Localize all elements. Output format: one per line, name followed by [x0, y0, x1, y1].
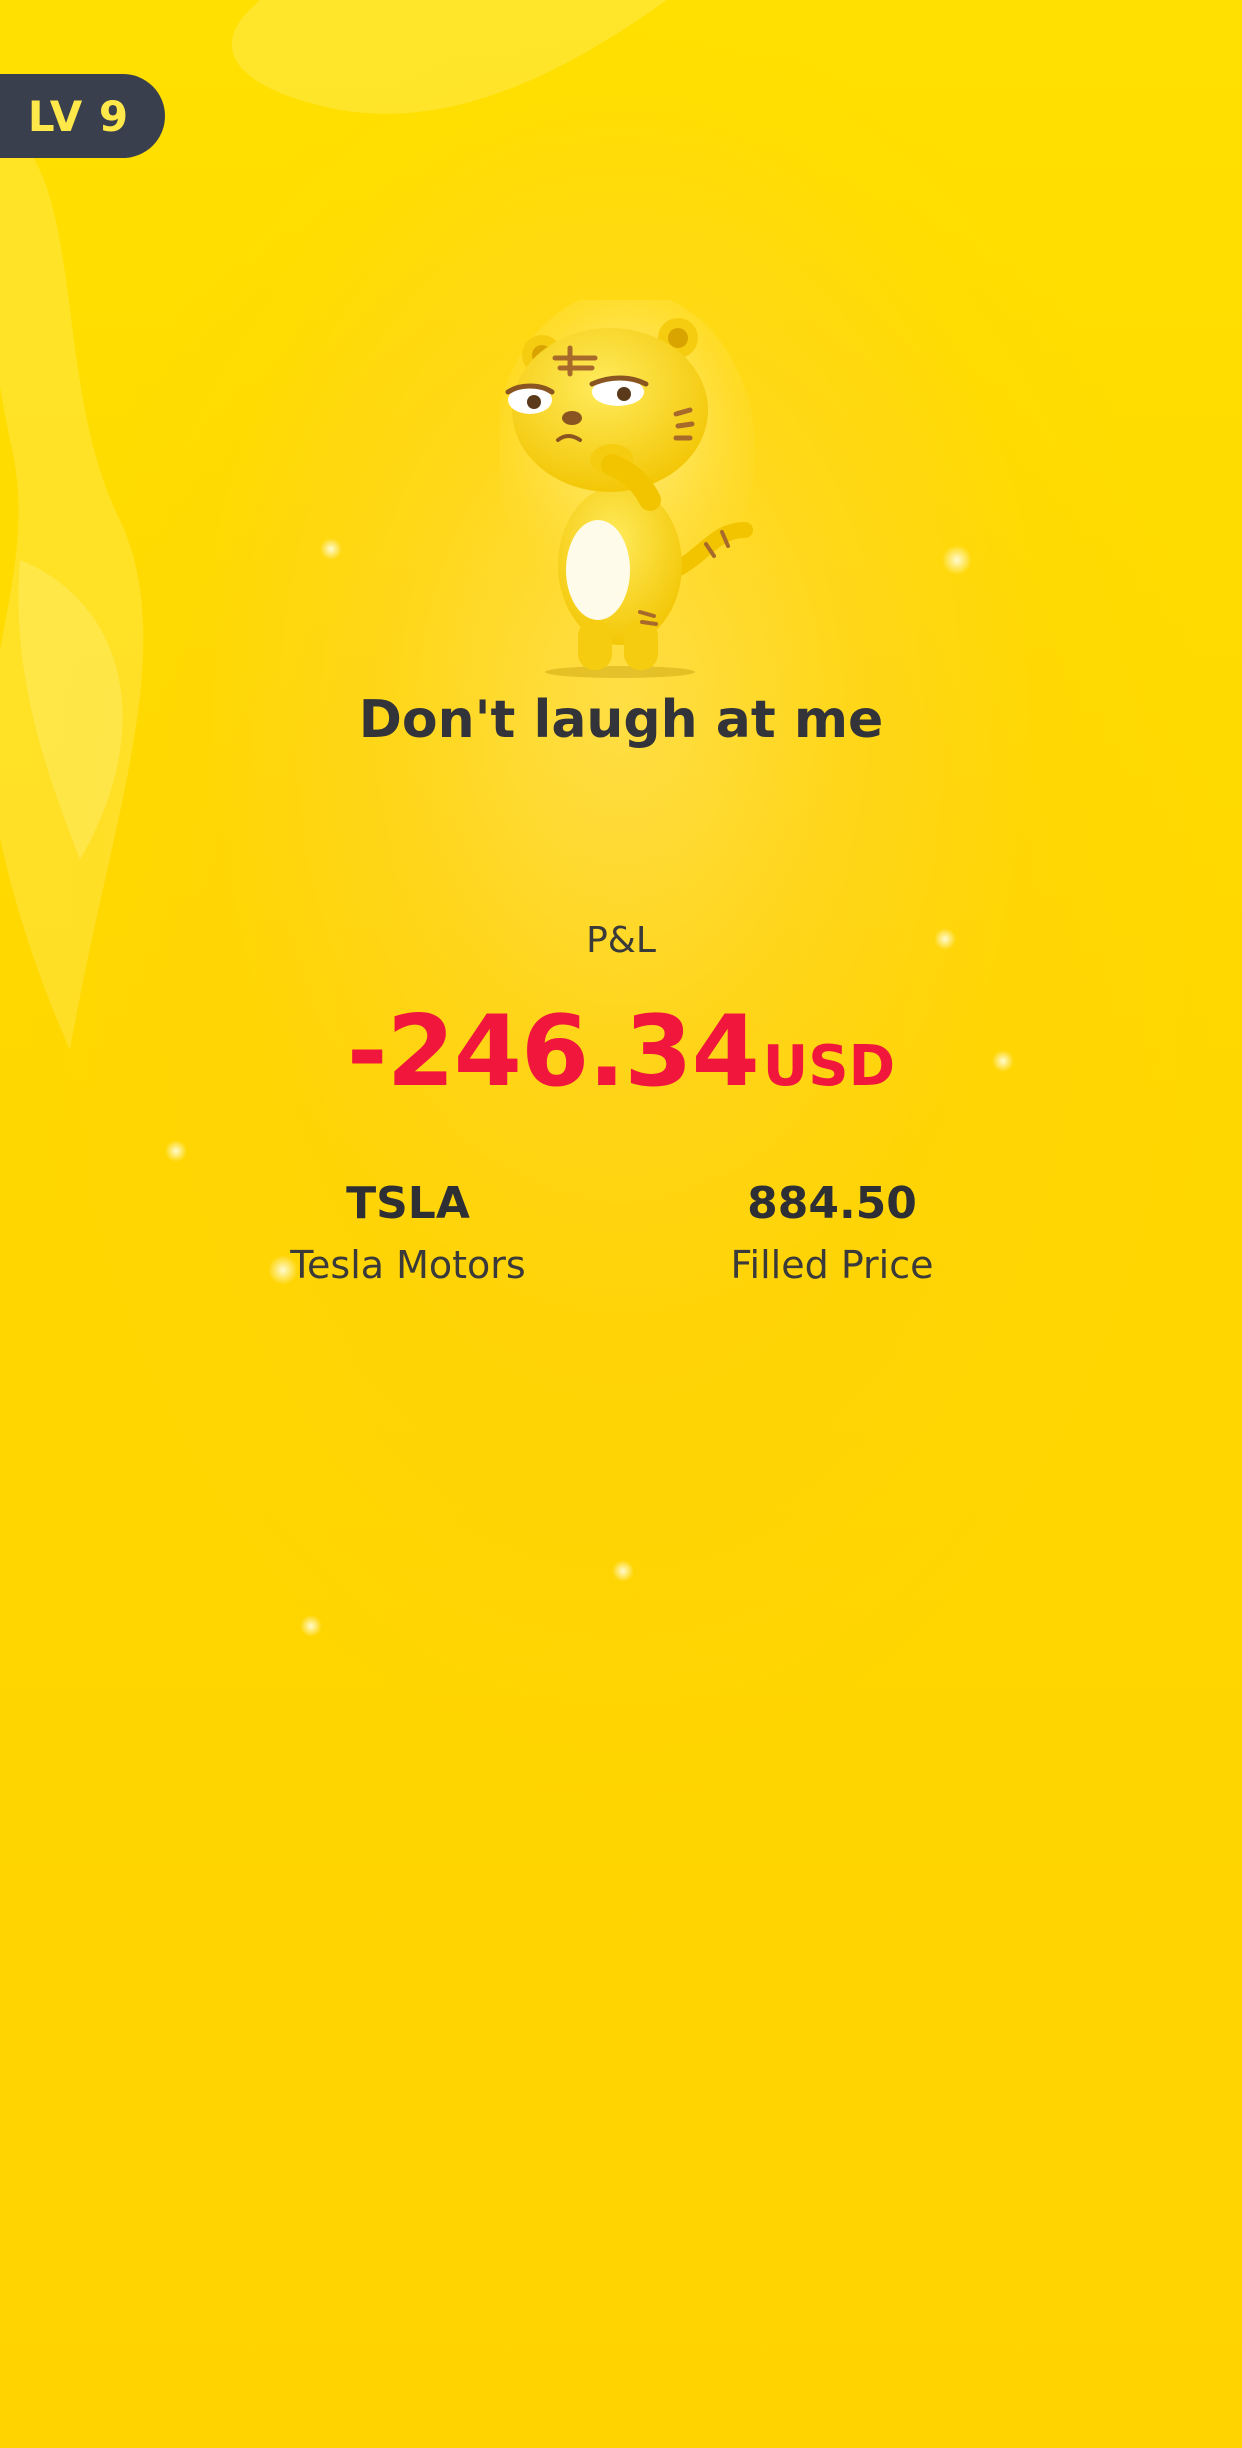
sparkle [320, 538, 342, 560]
filled-price-label: Filled Price [730, 1243, 934, 1287]
pnl-currency: USD [762, 1034, 896, 1099]
pnl-value: -246.34USD [0, 995, 1242, 1109]
filled-price-value: 884.50 [747, 1178, 917, 1229]
mood-title: Don't laugh at me [358, 690, 884, 750]
level-badge-label: LV 9 [27, 91, 130, 141]
sparkle [942, 545, 972, 575]
stock-info: TSLA Tesla Motors [198, 1178, 618, 1287]
stock-symbol: TSLA [346, 1178, 470, 1229]
sparkle [300, 1615, 322, 1637]
filled-price-info: 884.50 Filled Price [622, 1178, 1042, 1287]
pnl-amount: -246.34 [346, 995, 760, 1109]
sparkle [165, 1140, 187, 1162]
level-badge: LV 9 [0, 74, 165, 158]
stock-name: Tesla Motors [290, 1243, 526, 1287]
sparkle [612, 1560, 634, 1582]
tiger-mascot [500, 300, 755, 678]
pnl-label: P&L [586, 920, 656, 961]
